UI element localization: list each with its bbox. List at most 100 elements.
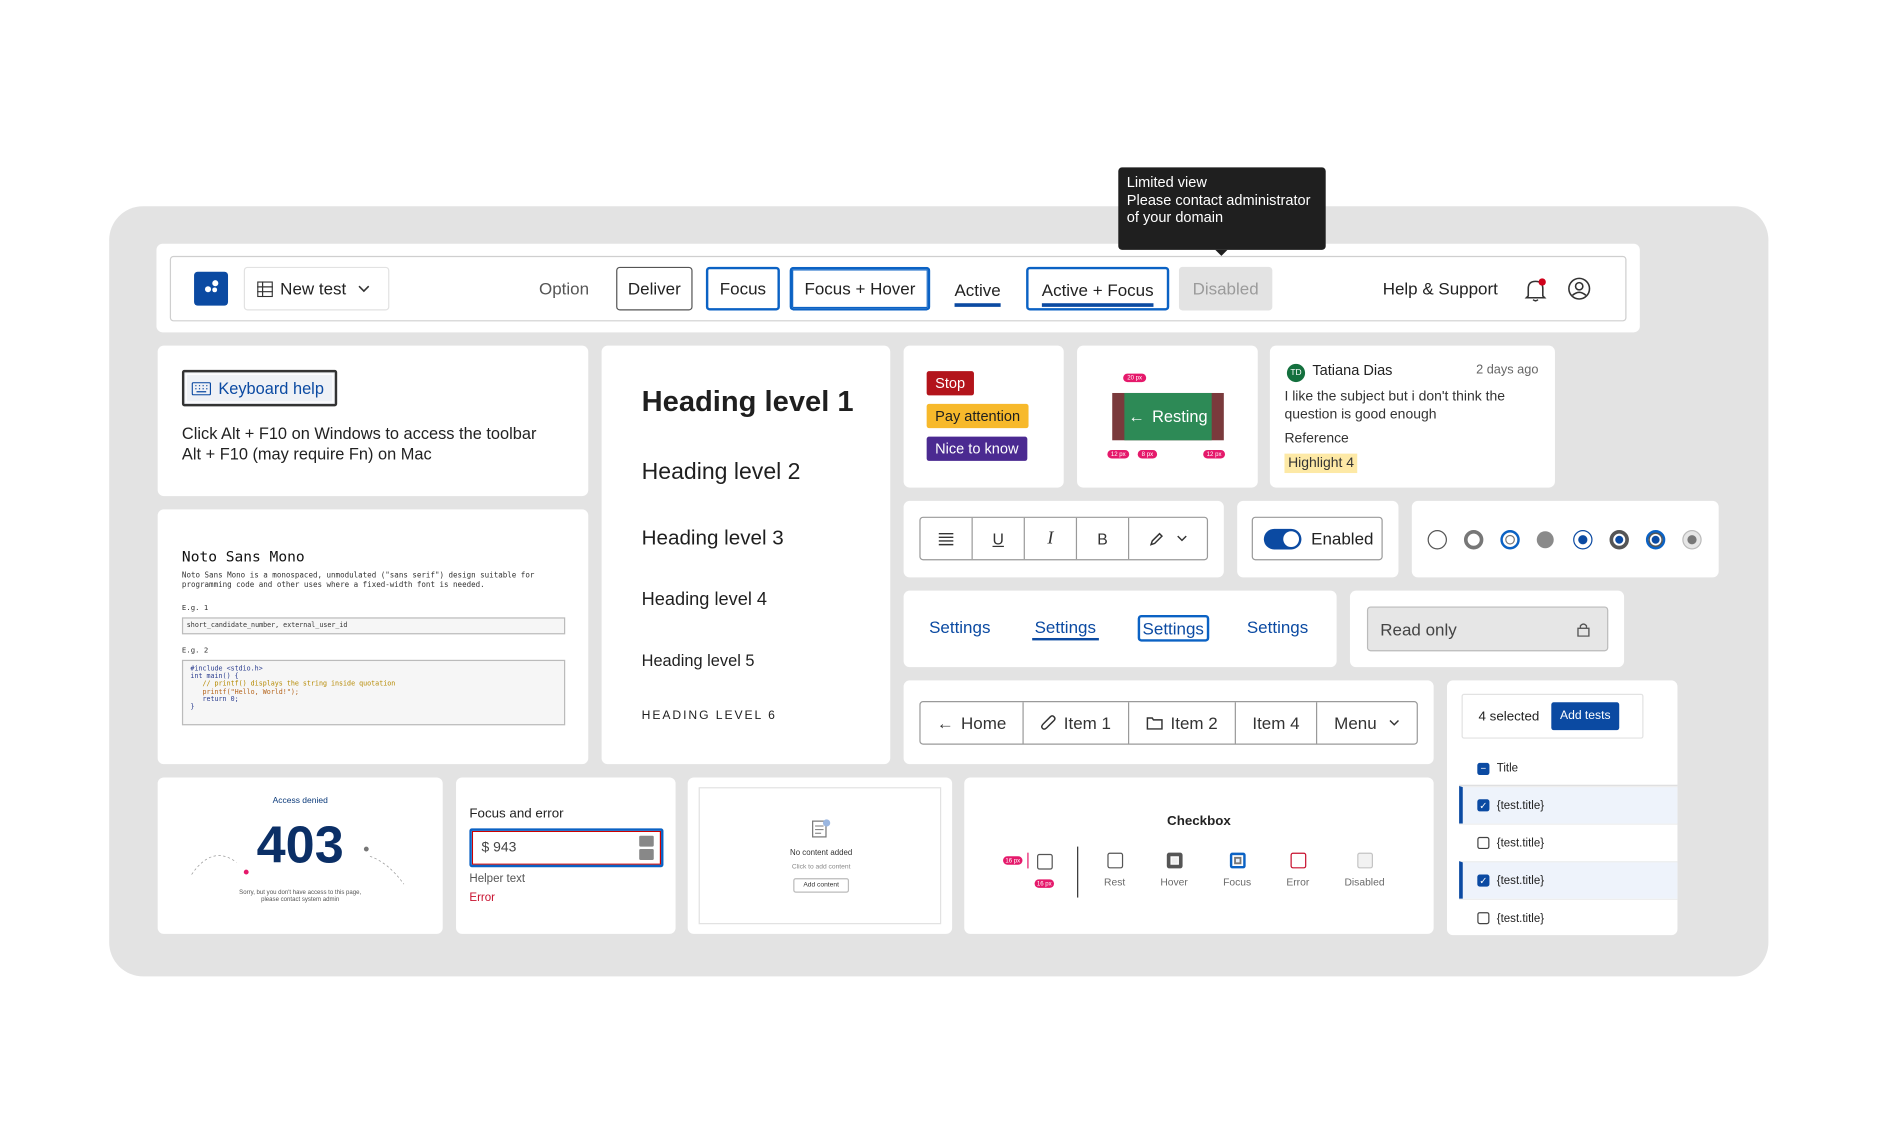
enabled-toggle[interactable]: Enabled — [1251, 516, 1383, 561]
resting-button-spacing: ← Resting — [1112, 392, 1224, 441]
row-checkbox[interactable]: ✓ — [1477, 874, 1490, 887]
checkbox-focus[interactable] — [1229, 852, 1246, 869]
heading-level-1: Heading level 1 — [641, 385, 854, 419]
readonly-card: Read only — [1349, 590, 1625, 668]
empty-state-title: No content added — [789, 849, 853, 858]
state-label: Disabled — [1344, 875, 1385, 888]
heading-level-3: Heading level 3 — [641, 526, 784, 550]
radio-disabled — [1536, 531, 1554, 549]
checkbox-rest[interactable] — [1106, 852, 1123, 869]
select-all-checkbox[interactable]: − — [1477, 762, 1490, 775]
status-tags-card: Stop Pay attention Nice to know — [903, 345, 1064, 488]
list-item[interactable]: {test.title} — [1459, 898, 1678, 937]
row-checkbox[interactable] — [1477, 836, 1490, 850]
user-profile-icon[interactable] — [1567, 277, 1591, 301]
text-format-card: U I B — [903, 500, 1224, 578]
bold-button[interactable]: B — [1077, 517, 1130, 560]
option-button[interactable]: Option — [526, 267, 601, 311]
radio-selected[interactable] — [1573, 530, 1593, 550]
list-header-row[interactable]: − Title — [1459, 752, 1678, 786]
active-focus-button-label: Active + Focus — [1041, 280, 1154, 307]
document-add-icon — [812, 819, 831, 838]
radio-rest[interactable] — [1427, 530, 1447, 550]
checkbox-states-card: Checkbox 16 px 16 px Rest Hover Focus Er… — [964, 777, 1434, 934]
new-test-dropdown[interactable]: New test — [243, 266, 390, 311]
readonly-field: Read only — [1366, 606, 1609, 652]
divider — [1077, 846, 1079, 898]
breadcrumb-home[interactable]: ← Home — [921, 702, 1024, 744]
bell-icon[interactable] — [1524, 278, 1547, 302]
radio-selected-disabled — [1682, 530, 1702, 550]
example-1-code: short_candidate_number, external_user_id — [181, 617, 566, 635]
arrow-left-icon: ← — [936, 713, 954, 733]
checkbox-focus-state: Focus — [1213, 852, 1262, 888]
checkbox-size-height-label: 16 px — [1034, 879, 1055, 888]
headings-card: Heading level 1 Heading level 2 Heading … — [601, 345, 891, 765]
radio-selected-focus[interactable] — [1645, 530, 1666, 550]
help-support-link[interactable]: Help & Support — [1383, 267, 1498, 311]
comment-author: Tatiana Dias — [1312, 361, 1393, 379]
breadcrumb: ← Home Item 1 Item 2 Item 4 Menu — [919, 701, 1418, 745]
example-1-label: E.g. 1 — [181, 604, 209, 613]
breadcrumb-item-2[interactable]: Item 2 — [1129, 702, 1236, 744]
keyboard-help-button[interactable]: Keyboard help — [181, 369, 338, 407]
mono-font-description: Noto Sans Mono is a monospaced, unmodula… — [181, 571, 535, 590]
breadcrumb-item-1[interactable]: Item 1 — [1024, 702, 1130, 744]
row-title: {test.title} — [1496, 836, 1545, 850]
tab-settings-hover[interactable]: Settings — [1032, 616, 1099, 641]
checkbox-error[interactable] — [1289, 852, 1306, 869]
align-icon[interactable] — [921, 517, 973, 560]
list-item[interactable]: ✓ {test.title} — [1459, 861, 1678, 899]
list-item[interactable]: {test.title} — [1459, 823, 1678, 862]
state-label: Focus — [1223, 875, 1252, 888]
active-button[interactable]: Active — [941, 267, 1014, 311]
focus-hover-button[interactable]: Focus + Hover — [788, 265, 932, 312]
access-denied-title: Access denied — [272, 796, 328, 806]
access-denied-card: Access denied 403 Sorry, but you don't h… — [157, 777, 443, 934]
active-focus-button[interactable]: Active + Focus — [1026, 266, 1170, 311]
empty-state-area[interactable]: No content added Click to add content Ad… — [698, 787, 942, 925]
helper-text: Helper text — [469, 872, 526, 886]
toolbar-card: New test Option Deliver Focus Focus + Ho… — [156, 243, 1640, 333]
checkbox-sample[interactable] — [1037, 853, 1053, 870]
focus-button[interactable]: Focus — [705, 266, 780, 311]
tab-settings-rest[interactable]: Settings — [927, 616, 993, 638]
code-line: printf("Hello, World!"); — [190, 688, 299, 696]
resting-button[interactable]: ← Resting — [1124, 392, 1212, 441]
row-checkbox[interactable]: ✓ — [1477, 799, 1490, 812]
comment-card: TD Tatiana Dias 2 days ago I like the su… — [1269, 345, 1555, 488]
new-test-label: New test — [280, 278, 347, 299]
quantity-stepper[interactable] — [639, 835, 654, 860]
underline-button[interactable]: U — [973, 517, 1025, 560]
number-stepper-input[interactable]: $ 943 — [469, 828, 664, 868]
comment-text: I like the subject but i don't think the… — [1284, 389, 1506, 423]
breadcrumbs-card: ← Home Item 1 Item 2 Item 4 Menu — [903, 680, 1434, 765]
comment-timestamp: 2 days ago — [1476, 362, 1539, 378]
add-tests-button[interactable]: Add tests — [1551, 702, 1620, 731]
tooltip-title: Limited view — [1126, 173, 1207, 191]
row-title: {test.title} — [1496, 911, 1545, 925]
radio-hover[interactable] — [1463, 530, 1484, 550]
table-icon — [257, 280, 273, 297]
row-checkbox[interactable] — [1477, 912, 1490, 925]
deliver-button[interactable]: Deliver — [616, 266, 693, 311]
app-logo[interactable] — [194, 271, 229, 306]
radio-focus[interactable] — [1500, 530, 1520, 550]
add-content-button[interactable]: Add content — [793, 878, 850, 893]
checkbox-hover[interactable] — [1166, 852, 1182, 869]
checkbox-rest-state: Rest — [1090, 852, 1139, 888]
menu-label: Menu — [1334, 713, 1377, 733]
chevron-down-icon — [1177, 535, 1187, 542]
tab-settings-active[interactable]: Settings — [1244, 616, 1310, 638]
tab-settings-focus[interactable]: Settings — [1137, 614, 1209, 642]
example-2-code-block: #include <stdio.h> int main() { // print… — [181, 659, 566, 726]
code-line: return 0; — [190, 695, 239, 704]
list-item[interactable]: ✓ {test.title} — [1459, 785, 1678, 824]
radio-selected-hover[interactable] — [1609, 530, 1629, 550]
error-message: Sorry, but you don't have access to this… — [158, 889, 443, 904]
highlight-pen-dropdown[interactable] — [1129, 518, 1207, 559]
italic-button[interactable]: I — [1025, 517, 1078, 560]
checkbox-error-state: Error — [1274, 852, 1323, 888]
breadcrumb-item-4[interactable]: Item 4 — [1236, 702, 1318, 744]
menu-dropdown[interactable]: Menu — [1317, 702, 1416, 743]
